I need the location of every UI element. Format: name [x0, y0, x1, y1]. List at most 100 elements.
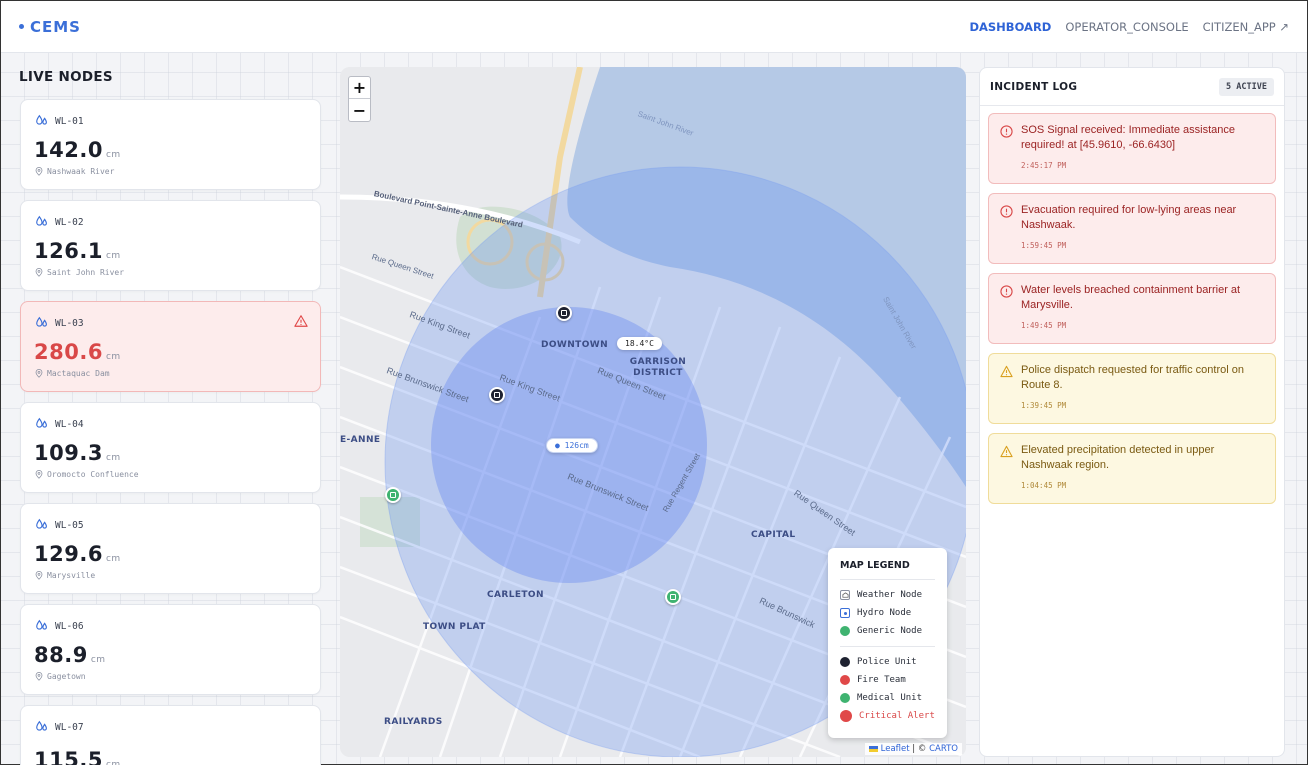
warning-triangle-icon: [1000, 365, 1013, 378]
node-unit: cm: [105, 554, 121, 564]
medical-unit-icon: [390, 492, 396, 498]
hydro-node-value: 126cm: [564, 441, 589, 450]
water-drop-icon: [36, 518, 47, 529]
legend-label: Medical Unit: [857, 693, 923, 703]
node-value-number: 109.3: [34, 441, 103, 465]
water-drop-icon: [36, 215, 47, 226]
incident-time: 2:45:17 PM: [1021, 161, 1067, 170]
incident-log-title: INCIDENT LOG: [990, 80, 1078, 93]
incident-time: 1:04:45 PM: [1021, 481, 1067, 490]
node-value-number: 126.1: [34, 239, 103, 263]
location-pin-icon: [35, 369, 43, 378]
leaflet-link[interactable]: Leaflet: [881, 744, 910, 754]
incident-item[interactable]: Police dispatch requested for traffic co…: [988, 353, 1276, 424]
fire-dot-icon: [840, 675, 850, 685]
water-drop-icon: [36, 720, 47, 731]
node-unit: cm: [105, 150, 121, 160]
water-drop-icon: [36, 316, 47, 327]
legend-label: Weather Node: [857, 590, 923, 600]
legend-divider: [840, 646, 935, 647]
legend-label: Critical Alert: [859, 711, 935, 721]
incident-item[interactable]: Water levels breached containment barrie…: [988, 273, 1276, 344]
node-card[interactable]: WL-06 88.9 cm Gagetown: [20, 604, 321, 695]
location-pin-icon: [35, 672, 43, 681]
alert-circle-icon: [1000, 205, 1013, 218]
node-value-number: 88.9: [34, 643, 88, 667]
node-id: WL-01: [55, 115, 84, 127]
zoom-out-button[interactable]: −: [349, 99, 370, 121]
location-pin-icon: [35, 167, 43, 176]
incident-time: 1:59:45 PM: [1021, 241, 1067, 250]
node-value: 129.6 cm: [34, 542, 121, 566]
nav-citizen-app[interactable]: CITIZEN_APP ↗: [1203, 20, 1289, 34]
legend-generic-node: Generic Node: [840, 622, 935, 640]
brand-logo[interactable]: CEMS: [19, 18, 81, 36]
node-value: 126.1 cm: [34, 239, 121, 263]
critical-dot-icon: [840, 710, 852, 722]
map-view[interactable]: DOWNTOWN GARRISON DISTRICT CAPITAL CARLE…: [340, 67, 966, 757]
police-unit-marker[interactable]: [556, 305, 572, 321]
legend-label: Generic Node: [857, 626, 923, 636]
node-value-number: 280.6: [34, 340, 103, 364]
legend-label: Fire Team: [857, 675, 906, 685]
node-location: Marysville: [35, 571, 95, 580]
incident-message: Evacuation required for low-lying areas …: [1021, 204, 1237, 231]
hydro-node-reading[interactable]: ● 126cm: [546, 438, 598, 453]
node-location-text: Oromocto Confluence: [47, 470, 139, 479]
map-attribution: Leaflet | © CARTO: [864, 743, 962, 755]
police-dot-icon: [840, 657, 850, 667]
carto-link[interactable]: CARTO: [929, 744, 958, 754]
district-label-capital: CAPITAL: [751, 530, 796, 540]
node-value-number: 115.5: [34, 748, 103, 765]
nav-dashboard[interactable]: DASHBOARD: [969, 20, 1051, 34]
legend-title: MAP LEGEND: [840, 560, 935, 580]
legend-police-unit: Police Unit: [840, 653, 935, 671]
node-value-number: 129.6: [34, 542, 103, 566]
medical-unit-icon: [670, 594, 676, 600]
legend-fire-team: Fire Team: [840, 671, 935, 689]
incident-message: Water levels breached containment barrie…: [1021, 284, 1241, 311]
node-card[interactable]: WL-05 129.6 cm Marysville: [20, 503, 321, 594]
node-card[interactable]: WL-07 115.5 cm: [20, 705, 321, 765]
node-unit: cm: [90, 655, 106, 665]
legend-medical-unit: Medical Unit: [840, 689, 935, 707]
incident-list: SOS Signal received: Immediate assistanc…: [980, 106, 1284, 504]
district-label-carleton: CARLETON: [487, 590, 544, 600]
incident-message: SOS Signal received: Immediate assistanc…: [1021, 124, 1235, 151]
legend-label: Hydro Node: [857, 608, 912, 618]
medical-unit-marker[interactable]: [665, 589, 681, 605]
incident-item[interactable]: SOS Signal received: Immediate assistanc…: [988, 113, 1276, 184]
weather-node-reading[interactable]: 18.4°C: [617, 337, 662, 350]
warning-triangle-icon: [1000, 445, 1013, 458]
node-list: WL-01 142.0 cm Nashwaak River WL-02 126.1…: [20, 99, 321, 765]
nav-operator-console[interactable]: OPERATOR_CONSOLE: [1065, 20, 1188, 34]
node-location: Gagetown: [35, 672, 86, 681]
node-location-text: Nashwaak River: [47, 167, 115, 176]
incident-log-header: INCIDENT LOG 5 ACTIVE: [980, 68, 1284, 106]
node-value: 142.0 cm: [34, 138, 121, 162]
district-label-downtown: DOWNTOWN: [541, 340, 609, 350]
node-location: Nashwaak River: [35, 167, 114, 176]
hydro-icon: [840, 608, 850, 618]
node-card[interactable]: WL-02 126.1 cm Saint John River: [20, 200, 321, 291]
police-unit-marker[interactable]: [489, 387, 505, 403]
legend-hydro-node: Hydro Node: [840, 604, 935, 622]
incident-item[interactable]: Elevated precipitation detected in upper…: [988, 433, 1276, 504]
zoom-in-button[interactable]: +: [349, 77, 370, 99]
node-unit: cm: [105, 760, 121, 765]
incident-item[interactable]: Evacuation required for low-lying areas …: [988, 193, 1276, 264]
node-location-text: Marysville: [47, 571, 96, 580]
medical-unit-marker[interactable]: [385, 487, 401, 503]
alert-circle-icon: [1000, 285, 1013, 298]
brand-name: CEMS: [30, 17, 81, 36]
node-unit: cm: [105, 352, 121, 362]
ukraine-flag-icon: [868, 745, 878, 752]
incident-time: 1:49:45 PM: [1021, 321, 1067, 330]
node-card-alert[interactable]: WL-03 280.6 cm Mactaquac Dam: [20, 301, 321, 392]
node-card[interactable]: WL-04 109.3 cm Oromocto Confluence: [20, 402, 321, 493]
district-label-e-anne: E-ANNE: [340, 435, 381, 445]
node-card[interactable]: WL-01 142.0 cm Nashwaak River: [20, 99, 321, 190]
water-drop-icon: [36, 114, 47, 125]
alert-circle-icon: [1000, 125, 1013, 138]
node-unit: cm: [105, 453, 121, 463]
